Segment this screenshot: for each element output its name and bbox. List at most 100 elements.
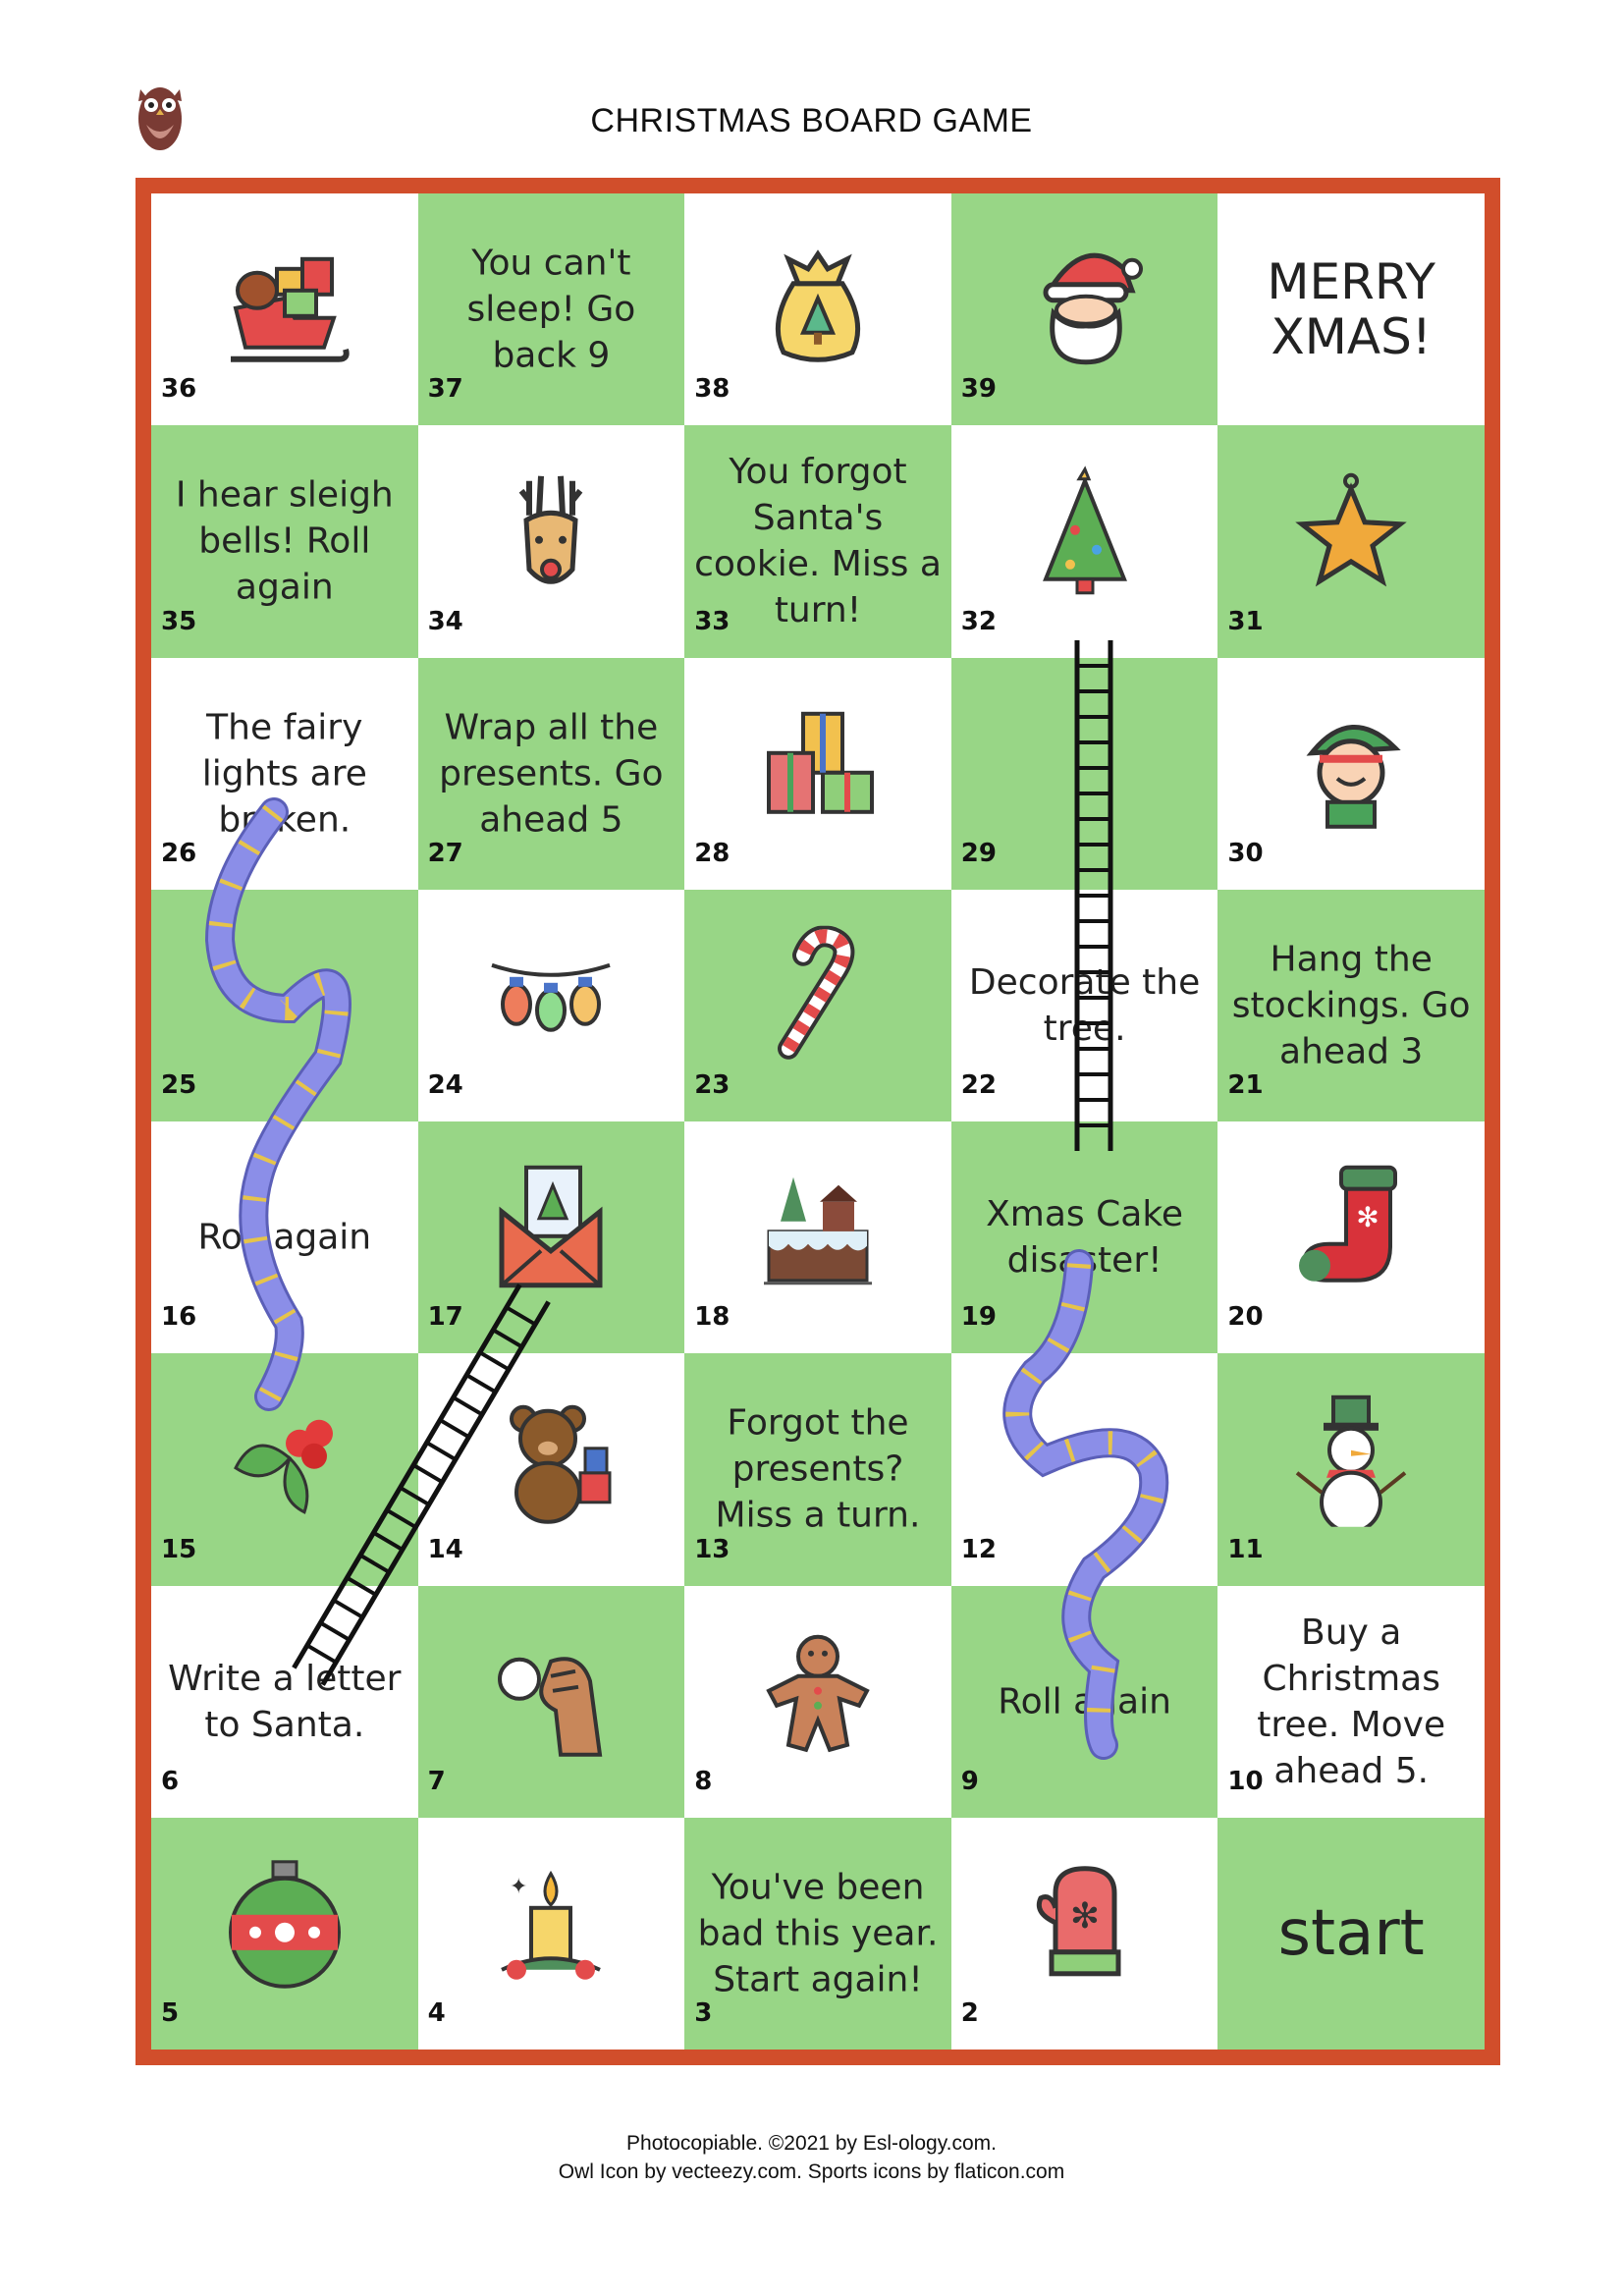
board-square: ✻ 2 (950, 1817, 1218, 2050)
bauble-icon (228, 1860, 341, 1989)
svg-text:✦: ✦ (510, 1875, 527, 1899)
board-grid: 36 You can't sleep! Go back 9 37 38 39 MERR… (151, 193, 1485, 2050)
board-square: 15 (151, 1353, 418, 1586)
square-text: Write a letter to Santa. (168, 1658, 402, 1745)
square-number: 15 (161, 1534, 197, 1564)
reindeer-icon (519, 476, 583, 585)
square-number: 23 (694, 1070, 730, 1100)
board-square: 36 (151, 193, 418, 426)
board-square: 25 (151, 889, 418, 1121)
board-square: 14 (417, 1353, 685, 1586)
square-number: 28 (694, 838, 730, 868)
square-number: 16 (161, 1302, 197, 1333)
board-square: 34 (417, 425, 685, 658)
board-square: Wrap all the presents. Go ahead 5 27 (417, 657, 685, 890)
board-square: Buy a Christmas tree. Move ahead 5. 10 (1217, 1585, 1485, 1818)
square-text: I hear sleigh bells! Roll again (175, 474, 394, 608)
snowball-icon (498, 1656, 603, 1757)
square-number: 11 (1227, 1534, 1264, 1564)
presents-icon (766, 711, 874, 814)
candy-cane-icon (777, 925, 855, 1060)
snowman-icon (1295, 1395, 1407, 1528)
square-number: 8 (694, 1766, 713, 1796)
square-number: 31 (1227, 606, 1264, 636)
board-square: 17 (417, 1121, 685, 1354)
board-square: Forgot the presents? Miss a turn. 13 (684, 1353, 951, 1586)
square-number: 18 (694, 1302, 730, 1333)
square-text: Roll again (998, 1681, 1171, 1722)
board-square: ✦ 4 (417, 1817, 685, 2050)
board-square: You can't sleep! Go back 9 37 (417, 193, 685, 426)
board-square: You forgot Santa's cookie. Miss a turn! 3… (684, 425, 951, 658)
square-number: 39 (960, 374, 997, 405)
square-number: 35 (161, 606, 197, 636)
square-number: 14 (427, 1534, 463, 1564)
square-number: 29 (960, 838, 997, 868)
mitten-icon: ✻ (1036, 1866, 1121, 1977)
board-square: 32 (950, 425, 1218, 658)
square-number: 27 (427, 838, 463, 868)
square-number: 3 (694, 1998, 713, 2028)
square-text: Forgot the presents? Miss a turn. (715, 1402, 921, 1536)
board-square: 24 (417, 889, 685, 1121)
square-number: 19 (960, 1302, 997, 1333)
candle-icon: ✦ (501, 1870, 602, 1980)
page-title: CHRISTMAS BOARD GAME (590, 102, 1033, 139)
square-text: You can't sleep! Go back 9 (466, 243, 636, 376)
board-square: 31 (1217, 425, 1485, 658)
board-square: 28 (684, 657, 951, 890)
square-text: Roll again (197, 1217, 372, 1258)
square-number: 34 (427, 606, 463, 636)
square-number: 17 (427, 1302, 463, 1333)
board-square: 7 (417, 1585, 685, 1818)
square-number: 38 (694, 374, 730, 405)
board-square: You've been bad this year. Start again! 3 (684, 1817, 951, 2050)
board-square: 12 (950, 1353, 1218, 1586)
square-text: Wrap all the presents. Go ahead 5 (439, 707, 664, 841)
game-board: 36 You can't sleep! Go back 9 37 38 39 MERR… (135, 178, 1500, 2065)
footer-copyright: Photocopiable. ©2021 by Esl-ology.com. (626, 2132, 997, 2155)
square-number: 9 (960, 1766, 979, 1796)
board-square: Write a letter to Santa. 6 (151, 1585, 418, 1818)
santa-icon (1043, 252, 1143, 365)
square-number: 6 (161, 1766, 180, 1796)
board-square: 38 (684, 193, 951, 426)
board-square: 11 (1217, 1353, 1485, 1586)
board-square: 23 (684, 889, 951, 1121)
square-number: 22 (960, 1070, 997, 1100)
svg-text:✻: ✻ (1356, 1201, 1379, 1233)
square-text: Decorate the tree. (968, 961, 1201, 1049)
teddy-bear-icon (510, 1405, 612, 1525)
board-square: ✻ 20 (1217, 1121, 1485, 1354)
board-square: 18 (684, 1121, 951, 1354)
board-square: 39 (950, 193, 1218, 426)
square-number: 32 (960, 606, 997, 636)
board-square: Hang the stockings. Go ahead 3 21 (1217, 889, 1485, 1121)
gift-sack-icon (775, 249, 861, 362)
square-text: MERRY XMAS! (1267, 253, 1435, 366)
square-number: 24 (427, 1070, 463, 1100)
sleigh-icon (230, 256, 350, 362)
square-text: The fairy lights are broken. (201, 707, 367, 841)
square-text: Hang the stockings. Go ahead 3 (1231, 939, 1471, 1072)
board-square: 30 (1217, 657, 1485, 890)
board-square: 29 (950, 657, 1218, 890)
board-square: Xmas Cake disaster! 19 (950, 1121, 1218, 1354)
board-square: 5 (151, 1817, 418, 2050)
footer-credits: Owl Icon by vecteezy.com. Sports icons b… (558, 2160, 1065, 2183)
board-square: Roll again 9 (950, 1585, 1218, 1818)
square-number: 7 (427, 1766, 446, 1796)
square-number: 30 (1227, 838, 1264, 868)
elf-icon (1306, 724, 1401, 829)
square-number: 5 (161, 1998, 180, 2028)
christmas-tree-icon (1042, 465, 1127, 595)
square-number: 26 (161, 838, 197, 868)
board-square: start (1217, 1817, 1485, 2050)
board-square: I hear sleigh bells! Roll again 35 (151, 425, 418, 658)
square-number: 20 (1227, 1302, 1264, 1333)
square-text: start (1277, 1896, 1425, 1970)
square-number: 37 (427, 374, 463, 405)
square-number: 25 (161, 1070, 197, 1100)
svg-text:✻: ✻ (1070, 1896, 1100, 1937)
square-number: 36 (161, 374, 197, 405)
